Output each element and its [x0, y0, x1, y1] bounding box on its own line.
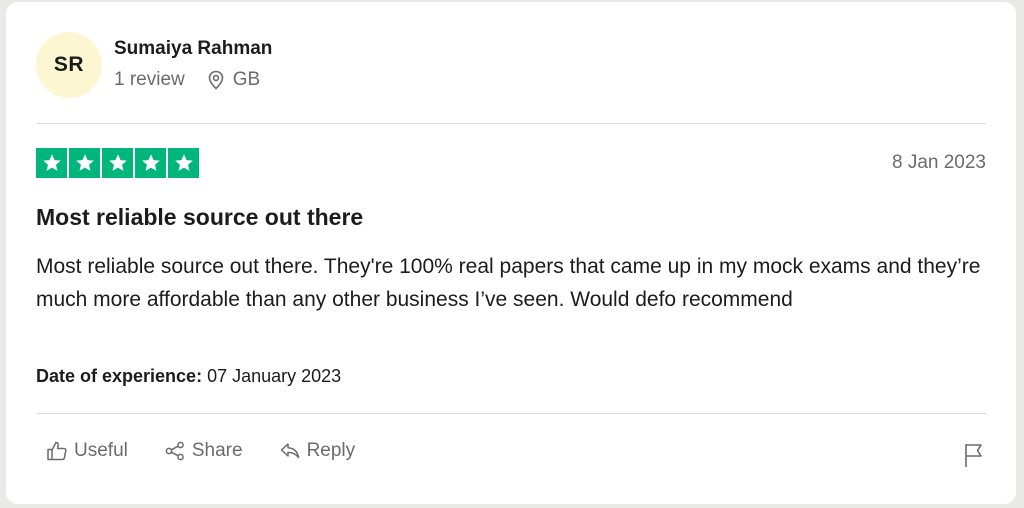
useful-button[interactable]: Useful — [46, 440, 128, 462]
star-icon — [108, 154, 127, 171]
thumbs-up-icon — [47, 441, 67, 461]
reply-icon — [280, 443, 299, 459]
divider-bottom — [36, 413, 986, 414]
location-label: GB — [232, 69, 261, 90]
review-card: SR Sumaiya Rahman 1 review GB 8 Jan 2023… — [6, 2, 1016, 504]
star-icon — [42, 154, 61, 171]
review-date: 8 Jan 2023 — [891, 152, 986, 173]
review-title[interactable]: Most reliable source out there — [36, 204, 363, 231]
reply-label: Reply — [306, 440, 356, 461]
report-button[interactable] — [962, 442, 986, 473]
useful-label: Useful — [74, 440, 128, 461]
avatar[interactable]: SR — [36, 32, 102, 98]
star — [36, 148, 67, 178]
experience-date: 07 January 2023 — [207, 366, 342, 386]
star-icon — [141, 154, 160, 171]
share-button[interactable]: Share — [164, 440, 243, 462]
flag-icon — [965, 444, 982, 467]
share-label: Share — [191, 440, 243, 461]
star — [168, 148, 199, 178]
consumer-location: GB — [207, 69, 260, 91]
share-icon — [165, 441, 184, 461]
star — [102, 148, 133, 178]
date-of-experience: Date of experience: 07 January 2023 — [36, 366, 341, 387]
review-text: Most reliable source out there. They're … — [36, 255, 981, 311]
star — [135, 148, 166, 178]
star-rating — [36, 148, 199, 178]
review-actions: Useful Share Reply — [46, 440, 391, 462]
consumer-info: SR Sumaiya Rahman 1 review GB — [36, 32, 272, 98]
reply-button[interactable]: Reply — [279, 440, 356, 462]
divider-top — [36, 123, 986, 124]
location-pin-icon — [208, 70, 224, 90]
star — [69, 148, 100, 178]
review-count: 1 review — [114, 69, 185, 90]
consumer-meta: 1 review GB — [114, 69, 272, 91]
consumer-name[interactable]: Sumaiya Rahman — [114, 37, 272, 61]
star-icon — [75, 154, 94, 171]
consumer-details: Sumaiya Rahman 1 review GB — [114, 37, 272, 91]
star-icon — [174, 154, 193, 171]
experience-label: Date of experience: — [36, 366, 203, 386]
